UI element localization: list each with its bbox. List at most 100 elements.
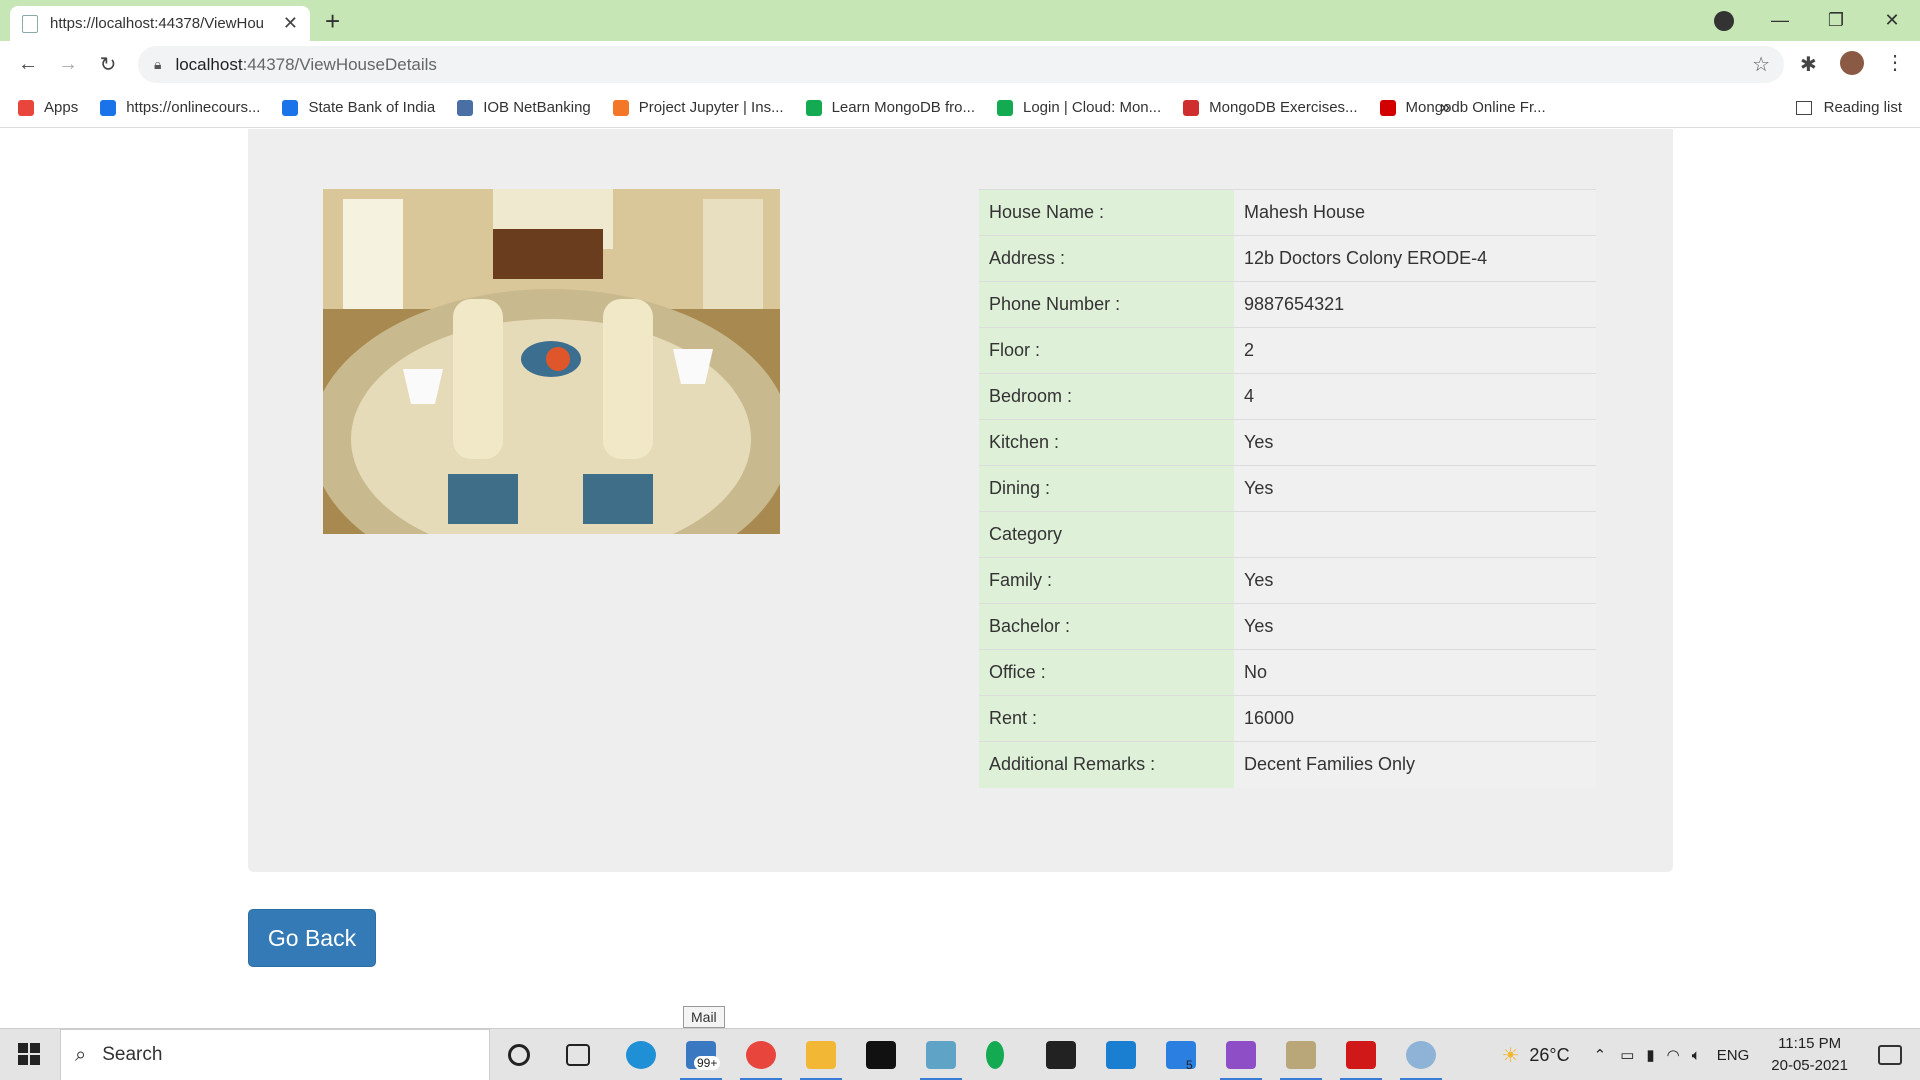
bookmark-item[interactable]: MongoDB Exercises... [1183, 99, 1358, 116]
bookmark-label: State Bank of India [308, 99, 436, 116]
mongodb-icon[interactable] [986, 1041, 1004, 1069]
reading-list-button[interactable]: Reading list [1795, 99, 1902, 116]
more-bookmarks-icon[interactable]: » [1440, 97, 1450, 118]
bookmark-item[interactable]: State Bank of India [282, 99, 435, 116]
edge-icon[interactable] [626, 1041, 656, 1069]
new-tab-icon[interactable]: + [325, 6, 340, 37]
task-view-icon[interactable] [566, 1044, 590, 1066]
page-content: House Name : Mahesh House Address :12b Doc… [0, 129, 1920, 1029]
vscode-icon[interactable] [1106, 1041, 1136, 1069]
temperature[interactable]: 26°C [1529, 1045, 1569, 1066]
mail-badge: 99+ [694, 1056, 721, 1070]
bookmark-label: IOB NetBanking [483, 99, 591, 116]
search-icon: ⌕ [75, 1043, 87, 1066]
browser-tab[interactable]: https://localhost:44378/ViewHou ✕ [10, 6, 310, 41]
extensions-icon[interactable]: ✱ [1800, 52, 1817, 77]
weather-icon[interactable]: ☀ [1501, 1043, 1519, 1068]
battery-icon[interactable]: ▮ [1646, 1046, 1654, 1064]
forward-icon[interactable]: → [48, 53, 88, 76]
sticky-notes-icon[interactable] [1046, 1041, 1076, 1069]
page-favicon-icon [22, 14, 38, 33]
detail-label: Rent : [979, 695, 1234, 742]
detail-row: Phone Number :9887654321 [979, 281, 1596, 328]
bookmark-item[interactable]: Login | Cloud: Mon... [997, 99, 1161, 116]
volume-icon[interactable]: 🔈︎ [1692, 1047, 1701, 1064]
bookmark-item[interactable]: Mongodb Online Fr... [1379, 99, 1546, 116]
house-photo [323, 189, 780, 534]
chrome-icon[interactable] [740, 1041, 782, 1080]
back-icon[interactable]: ← [8, 53, 48, 76]
detail-label: House Name : [979, 189, 1234, 236]
notepad-icon[interactable] [920, 1041, 962, 1080]
clock[interactable]: 11:15 PM 20-05-2021 [1771, 1033, 1848, 1077]
terminal-icon[interactable] [866, 1041, 896, 1069]
restore-icon[interactable]: ❐ [1808, 10, 1864, 31]
detail-label: Family : [979, 557, 1234, 604]
bookmark-label: Project Jupyter | Ins... [638, 99, 784, 116]
close-window-icon[interactable]: ✕ [1864, 10, 1920, 31]
tools-icon[interactable] [1280, 1041, 1322, 1080]
detail-value: 2 [1234, 327, 1596, 374]
detail-value: No [1234, 649, 1596, 696]
go-back-button[interactable]: Go Back [248, 909, 376, 967]
bookmark-item[interactable]: IOB NetBanking [457, 99, 591, 116]
bookmark-label: Mongodb Online Fr... [1405, 99, 1546, 116]
bookmark-item[interactable]: https://onlinecours... [100, 99, 260, 116]
bookmark-favicon-icon [1379, 99, 1396, 116]
tab-search-icon[interactable] [1714, 11, 1734, 31]
system-tray: ☀ 26°C ⌃ ▭ ▮ ◠ 🔈︎ ENG 11:15 PM 20-05-202… [1501, 1029, 1920, 1080]
house-details-card: House Name : Mahesh House Address :12b Doc… [248, 129, 1673, 872]
detail-label: Phone Number : [979, 281, 1234, 328]
detail-label: Kitchen : [979, 419, 1234, 466]
reload-icon[interactable]: ↻ [88, 52, 128, 77]
url-host: localhost [175, 54, 243, 74]
bookmark-item[interactable]: Project Jupyter | Ins... [612, 99, 784, 116]
bookmark-favicon-icon [805, 99, 822, 116]
detail-value: 12b Doctors Colony ERODE-4 [1234, 235, 1596, 282]
address-bar[interactable]: 🔒︎ localhost:44378/ViewHouseDetails ☆ [138, 46, 1784, 83]
detail-value: Yes [1234, 419, 1596, 466]
detail-value: Yes [1234, 557, 1596, 604]
browser-menu-icon[interactable]: ⋮ [1885, 50, 1905, 75]
meet-now-icon[interactable]: ▭ [1620, 1046, 1634, 1064]
detail-row: Address :12b Doctors Colony ERODE-4 [979, 235, 1596, 282]
avatar[interactable] [1840, 51, 1864, 75]
bookmark-label: https://onlinecours... [126, 99, 261, 116]
browser-toolbar: ← → ↻ 🔒︎ localhost:44378/ViewHouseDetail… [0, 41, 1920, 88]
windows-start-icon[interactable] [18, 1043, 40, 1065]
detail-row: Dining : Yes [979, 465, 1596, 512]
close-tab-icon[interactable]: ✕ [283, 13, 298, 34]
wifi-icon[interactable]: ◠ [1667, 1046, 1680, 1064]
detail-label: Office : [979, 649, 1234, 696]
visual-studio-icon[interactable] [1220, 1041, 1262, 1080]
settings-app-icon[interactable] [1400, 1041, 1442, 1080]
bookmark-favicon-icon [282, 99, 299, 116]
taskbar-search[interactable]: ⌕ Search [60, 1029, 490, 1080]
taskbar-search-label: Search [102, 1044, 163, 1065]
cortana-icon[interactable] [508, 1044, 530, 1066]
detail-label: Address : [979, 235, 1234, 282]
detail-value: Yes [1234, 465, 1596, 512]
language-indicator[interactable]: ENG [1717, 1047, 1750, 1064]
detail-row: Bedroom :4 [979, 373, 1596, 420]
file-explorer-icon[interactable] [800, 1041, 842, 1080]
bookmark-label: Apps [44, 99, 79, 116]
bookmark-star-icon[interactable]: ☆ [1752, 52, 1770, 77]
minimize-icon[interactable]: — [1752, 10, 1808, 31]
notification-icon[interactable] [1878, 1045, 1902, 1065]
bookmark-label: Login | Cloud: Mon... [1023, 99, 1162, 116]
lock-icon[interactable]: 🔒︎ [154, 56, 161, 73]
bookmark-favicon-icon [612, 99, 629, 116]
tab-title: https://localhost:44378/ViewHou [50, 15, 265, 32]
detail-row: House Name : Mahesh House [979, 189, 1596, 236]
reading-list-label: Reading list [1823, 99, 1902, 116]
detail-label: Category [979, 511, 1234, 558]
detail-label: Bedroom : [979, 373, 1234, 420]
bookmark-item[interactable]: Learn MongoDB fro... [805, 99, 975, 116]
windows-taskbar: ⌕ Search 99+ 5 ☀ 26°C ⌃ ▭ ▮ ◠ 🔈︎ ENG 11:… [0, 1028, 1920, 1080]
bookmark-label: Learn MongoDB fro... [831, 99, 975, 116]
chevron-up-icon[interactable]: ⌃ [1594, 1046, 1607, 1064]
pdf-reader-icon[interactable] [1340, 1041, 1382, 1080]
detail-row: Category [979, 511, 1596, 558]
bookmark-item[interactable]: Apps [18, 99, 78, 116]
